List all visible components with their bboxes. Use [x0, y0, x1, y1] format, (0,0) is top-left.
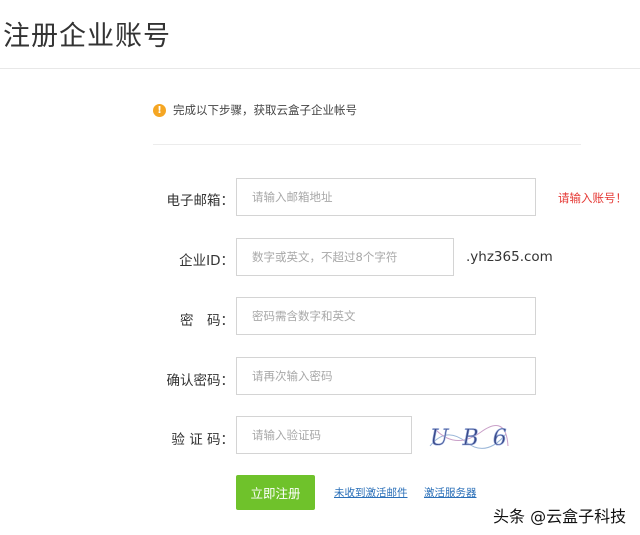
captcha-image-text: UB6	[430, 426, 510, 451]
email-error-message: 请输入账号！	[558, 191, 627, 205]
page-title: 注册企业账号	[3, 21, 171, 52]
enterprise-id-label: 企业ID：	[179, 253, 234, 269]
confirm-password-input[interactable]	[236, 357, 536, 395]
email-input[interactable]	[236, 178, 536, 216]
confirm-password-label: 确认密码：	[166, 373, 235, 389]
captcha-image[interactable]: UB6	[426, 420, 510, 454]
captcha-input[interactable]	[236, 416, 412, 454]
warning-icon: !	[153, 103, 166, 117]
section-divider	[153, 144, 581, 145]
email-label: 电子邮箱：	[166, 193, 235, 209]
enterprise-id-input[interactable]	[236, 238, 454, 276]
password-input[interactable]	[236, 297, 536, 335]
header-divider	[0, 68, 640, 69]
captcha-label: 验 证 码：	[171, 432, 234, 448]
watermark-text: 头条 @云盒子科技	[493, 507, 627, 526]
password-label: 密 码：	[180, 313, 234, 329]
register-button[interactable]: 立即注册	[236, 475, 315, 510]
notice-text: 完成以下步骤，获取云盒子企业帐号	[173, 103, 357, 117]
resend-activation-link[interactable]: 未收到激活邮件	[334, 485, 408, 500]
activate-server-link[interactable]: 激活服务器	[424, 485, 477, 500]
notice-bar: ! 完成以下步骤，获取云盒子企业帐号	[153, 102, 357, 118]
domain-suffix: .yhz365.com	[466, 249, 553, 265]
